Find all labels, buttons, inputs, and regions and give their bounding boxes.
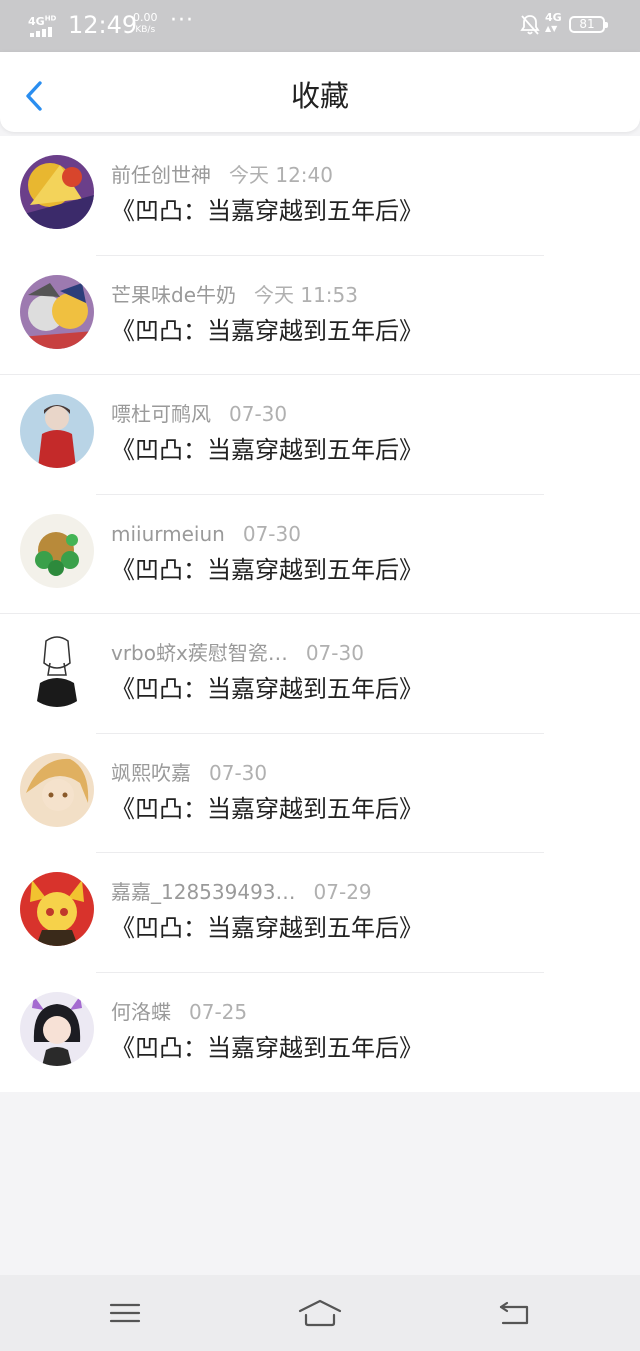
post-title: 《凹凸：当嘉穿越到五年后》 — [111, 675, 423, 703]
home-button[interactable] — [298, 1297, 342, 1329]
more-notifications: ··· — [170, 8, 194, 33]
network-sup: HD — [44, 14, 57, 23]
avatar — [20, 991, 94, 1066]
avatar — [20, 274, 94, 349]
post-title: 《凹凸：当嘉穿越到五年后》 — [111, 1033, 423, 1062]
post-title: 《凹凸：当嘉穿越到五年后》 — [111, 197, 423, 225]
author-name: 嘉嘉_128539493… — [111, 880, 296, 904]
bell-muted-icon — [520, 15, 540, 35]
list-item[interactable]: 嘌杜可鸸风 07-30 《凹凸：当嘉穿越到五年后》 — [0, 375, 640, 495]
post-title: 《凹凸：当嘉穿越到五年后》 — [111, 436, 423, 464]
timestamp: 07-30 — [229, 402, 288, 426]
avatar — [20, 633, 94, 707]
network-speed: 0.00 KB/s — [133, 12, 158, 36]
speed-value: 0.00 — [133, 11, 158, 24]
list-item[interactable]: 前任创世神 今天 12:40 《凹凸：当嘉穿越到五年后》 — [0, 136, 640, 256]
data-arrows-icon: ▲▼ — [545, 24, 558, 33]
item-meta: 飒熙吹嘉 07-30 — [111, 760, 267, 786]
item-meta: vrbo蛴x蒺慰智瓷… 07-30 — [111, 640, 364, 666]
author-name: 嘌杜可鸸风 — [111, 402, 211, 426]
timestamp: 07-29 — [313, 880, 372, 904]
back-icon — [499, 1301, 529, 1325]
menu-button[interactable] — [105, 1297, 145, 1329]
avatar — [20, 872, 94, 946]
post-title: 《凹凸：当嘉穿越到五年后》 — [111, 794, 423, 823]
header: 收藏 — [0, 52, 640, 132]
battery-indicator: 81 — [569, 16, 608, 33]
avatar — [20, 752, 94, 827]
post-title: 《凹凸：当嘉穿越到五年后》 — [111, 316, 423, 345]
item-meta: 嘌杜可鸸风 07-30 — [111, 401, 287, 427]
item-meta: 嘉嘉_128539493… 07-29 — [111, 879, 372, 905]
author-name: vrbo蛴x蒺慰智瓷… — [111, 641, 288, 665]
author-name: miiurmeiun — [111, 521, 225, 546]
item-meta: 芒果味de牛奶 今天 11:53 — [111, 282, 358, 308]
system-nav-bar — [0, 1275, 640, 1351]
list-item[interactable]: 飒熙吹嘉 07-30 《凹凸：当嘉穿越到五年后》 — [0, 734, 640, 853]
item-meta: 前任创世神 今天 12:40 — [111, 162, 333, 188]
mobile-data-indicator: 4G ▲▼ — [545, 11, 562, 34]
list-item[interactable]: miiurmeiun 07-30 《凹凸：当嘉穿越到五年后》 — [0, 495, 640, 614]
list-item[interactable]: 芒果味de牛奶 今天 11:53 《凹凸：当嘉穿越到五年后》 — [0, 256, 640, 375]
author-name: 芒果味de牛奶 — [111, 282, 236, 307]
mobile-network-type: 4G — [545, 11, 562, 24]
timestamp: 07-30 — [242, 521, 301, 546]
speed-unit: KB/s — [135, 25, 156, 35]
post-title: 《凹凸：当嘉穿越到五年后》 — [111, 555, 423, 584]
item-meta: miiurmeiun 07-30 — [111, 521, 301, 547]
item-meta: 何洛蝶 07-25 — [111, 999, 247, 1025]
list-item[interactable]: 嘉嘉_128539493… 07-29 《凹凸：当嘉穿越到五年后》 — [0, 853, 640, 973]
author-name: 何洛蝶 — [111, 999, 171, 1024]
author-name: 飒熙吹嘉 — [111, 760, 191, 785]
clock: 12:49 — [68, 11, 138, 39]
avatar — [20, 394, 94, 468]
avatar — [20, 513, 94, 588]
avatar — [20, 155, 94, 229]
menu-icon — [109, 1303, 141, 1323]
page-title: 收藏 — [290, 79, 349, 113]
post-title: 《凹凸：当嘉穿越到五年后》 — [111, 914, 423, 942]
author-name: 前任创世神 — [111, 163, 211, 187]
signal-icon: 4GHD — [28, 10, 60, 38]
list-item[interactable]: vrbo蛴x蒺慰智瓷… 07-30 《凹凸：当嘉穿越到五年后》 — [0, 614, 640, 734]
timestamp: 今天 12:40 — [229, 163, 333, 187]
timestamp: 07-30 — [305, 641, 364, 665]
favorites-list: 前任创世神 今天 12:40 《凹凸：当嘉穿越到五年后》 芒果味de牛奶 今天 11… — [0, 136, 640, 1092]
list-item[interactable]: 何洛蝶 07-25 《凹凸：当嘉穿越到五年后》 — [0, 973, 640, 1093]
timestamp: 07-25 — [189, 999, 248, 1024]
nav-back-button[interactable] — [495, 1297, 535, 1329]
status-bar: 4GHD 12:49 0.00 KB/s ··· 4G ▲▼ 81 — [0, 0, 640, 52]
home-icon — [298, 1299, 342, 1327]
timestamp: 今天 11:53 — [254, 282, 358, 307]
timestamp: 07-30 — [209, 760, 268, 785]
